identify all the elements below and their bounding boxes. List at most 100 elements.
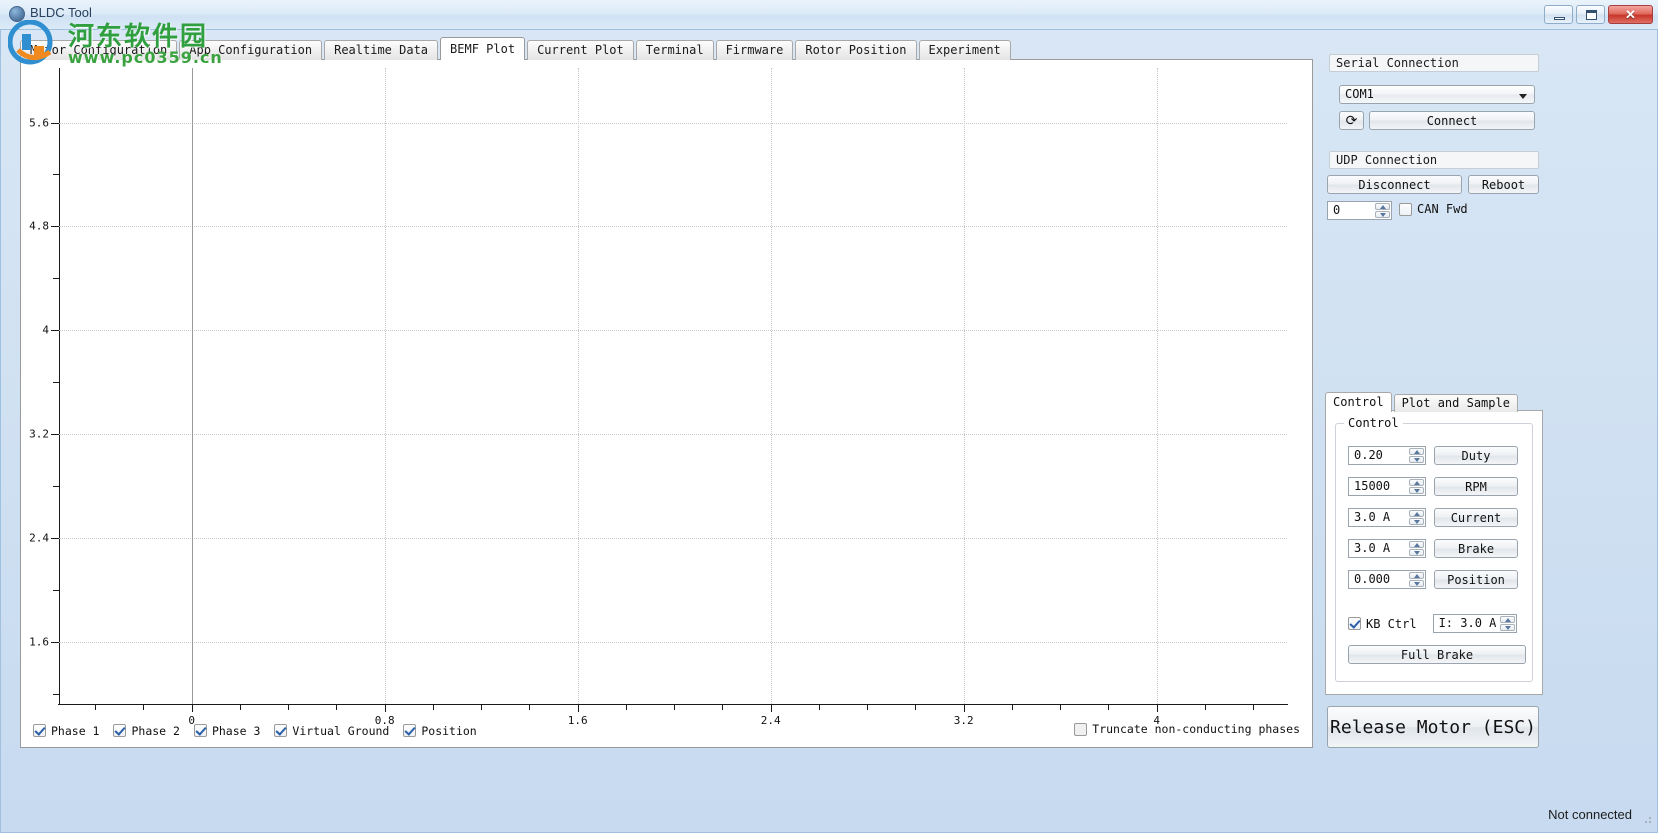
serial-port-value: COM1 (1345, 87, 1374, 101)
serial-connection-header: Serial Connection (1329, 54, 1539, 72)
disconnect-button[interactable]: Disconnect (1327, 175, 1462, 194)
y-axis-tick-label: 5.6 (29, 116, 49, 129)
control-fieldset-legend: Control (1344, 416, 1403, 430)
tab-label: BEMF Plot (450, 42, 516, 56)
spinner-buttons[interactable] (1375, 203, 1390, 218)
app-icon (9, 6, 25, 22)
grid-line-horizontal (59, 330, 1287, 332)
kb-ctrl-checkbox-box (1348, 617, 1361, 630)
y-axis-minor-tick (53, 693, 59, 695)
spinner-down-icon[interactable] (1409, 580, 1424, 587)
window-controls: ✕ (1544, 5, 1653, 24)
x-axis-minor-tick (1060, 704, 1062, 710)
tab-firmware[interactable]: Firmware (715, 40, 794, 60)
bemf-plot-panel: 1.6 2.4 3.2 4 4.8 5.6 0 0.8 1.6 2.4 3.2 4 Phase 1 Ph… (20, 59, 1313, 748)
y-axis-tick (51, 330, 59, 332)
spinner-up-icon[interactable] (1409, 448, 1424, 455)
grid-line-horizontal (59, 434, 1287, 436)
can-id-spinner[interactable]: 0 (1327, 201, 1392, 220)
legend-checkbox-label: Position (421, 723, 477, 738)
plot-canvas[interactable]: 1.6 2.4 3.2 4 4.8 5.6 0 0.8 1.6 2.4 3.2 4 (29, 68, 1288, 727)
spinner-buttons[interactable] (1409, 572, 1424, 587)
tab-rotor-position[interactable]: Rotor Position (795, 40, 917, 60)
spinner-buttons[interactable] (1409, 479, 1424, 494)
duty-spinner[interactable]: 0.20 (1348, 446, 1426, 465)
y-axis-tick-label: 4 (42, 323, 49, 337)
grid-line-vertical (1156, 68, 1158, 704)
tab-label: Current Plot (537, 43, 624, 57)
legend-checkbox-virtual-ground[interactable]: Virtual Ground (274, 724, 389, 738)
x-axis-minor-tick (288, 704, 290, 710)
rpm-button[interactable]: RPM (1434, 477, 1518, 496)
can-fwd-checkbox[interactable]: CAN Fwd (1399, 202, 1468, 216)
spinner-down-icon[interactable] (1409, 456, 1424, 463)
kb-current-spinner[interactable]: I: 3.0 A (1432, 614, 1517, 633)
control-tab-control[interactable]: Control (1325, 392, 1392, 412)
legend-checkbox-phase-1[interactable]: Phase 1 (33, 724, 99, 738)
spinner-up-icon[interactable] (1409, 541, 1424, 548)
reboot-button[interactable]: Reboot (1468, 175, 1539, 194)
position-spinner[interactable]: 0.000 (1348, 570, 1426, 589)
truncate-checkbox[interactable]: Truncate non-conducting phases (1074, 722, 1300, 736)
y-axis-minor-tick (53, 589, 59, 591)
brake-button[interactable]: Brake (1434, 539, 1518, 558)
position-value: 0.000 (1354, 572, 1391, 586)
current-button[interactable]: Current (1434, 508, 1518, 527)
resize-grip[interactable] (1641, 813, 1653, 825)
spinner-down-icon[interactable] (1375, 211, 1390, 218)
spinner-down-icon[interactable] (1499, 624, 1515, 631)
maximize-button[interactable] (1576, 5, 1605, 24)
spinner-buttons[interactable] (1409, 541, 1424, 556)
duty-value: 0.20 (1354, 448, 1383, 462)
x-axis-minor-tick (432, 704, 434, 710)
legend-checkbox-label: Virtual Ground (292, 723, 390, 738)
spinner-up-icon[interactable] (1409, 572, 1424, 579)
tab-terminal[interactable]: Terminal (635, 40, 714, 60)
control-tab-plot-and-sample[interactable]: Plot and Sample (1393, 394, 1518, 412)
control-tab-label: Plot and Sample (1401, 396, 1510, 410)
spinner-up-icon[interactable] (1409, 510, 1424, 517)
x-axis-minor-tick (625, 704, 627, 710)
close-button[interactable]: ✕ (1608, 5, 1653, 24)
full-brake-button[interactable]: Full Brake (1348, 645, 1526, 664)
kb-ctrl-checkbox[interactable]: KB Ctrl (1348, 617, 1417, 631)
current-spinner[interactable]: 3.0 A (1348, 508, 1426, 527)
udp-connection-header: UDP Connection (1329, 151, 1539, 169)
tab-label: Experiment (928, 43, 1001, 57)
spinner-down-icon[interactable] (1409, 518, 1424, 525)
tab-experiment[interactable]: Experiment (918, 40, 1011, 60)
spinner-up-icon[interactable] (1409, 479, 1424, 486)
refresh-ports-button[interactable]: ⟳ (1339, 111, 1364, 130)
truncate-checkbox-box (1074, 722, 1088, 736)
tab-current-plot[interactable]: Current Plot (527, 40, 634, 60)
grid-line-horizontal (59, 537, 1287, 539)
tab-label: Motor Configuration (30, 43, 168, 57)
spinner-up-icon[interactable] (1499, 616, 1515, 623)
spinner-up-icon[interactable] (1375, 203, 1390, 210)
serial-port-select[interactable]: COM1 (1339, 85, 1535, 104)
legend-checkbox-position[interactable]: Position (403, 723, 477, 738)
y-axis-tick (51, 122, 59, 124)
duty-button[interactable]: Duty (1434, 446, 1518, 465)
position-button[interactable]: Position (1434, 570, 1518, 589)
minimize-button[interactable] (1544, 5, 1573, 24)
rpm-value: 15000 (1354, 479, 1391, 493)
grid-line-horizontal (59, 122, 1287, 124)
truncate-checkbox-label: Truncate non-conducting phases (1092, 722, 1300, 736)
legend-checkbox-phase-2[interactable]: Phase 2 (113, 724, 180, 738)
tab-realtime-data[interactable]: Realtime Data (324, 40, 439, 60)
tab-motor-configuration[interactable]: Motor Configuration (20, 40, 178, 60)
brake-spinner[interactable]: 3.0 A (1348, 539, 1426, 558)
release-motor-button[interactable]: Release Motor (ESC) (1327, 706, 1539, 748)
tab-app-configuration[interactable]: App Configuration (179, 40, 323, 60)
spinner-buttons[interactable] (1409, 448, 1424, 463)
connect-button[interactable]: Connect (1369, 111, 1535, 130)
spinner-down-icon[interactable] (1409, 487, 1424, 494)
spinner-buttons[interactable] (1499, 616, 1515, 631)
spinner-down-icon[interactable] (1409, 549, 1424, 556)
legend-checkbox-box (274, 724, 288, 737)
rpm-spinner[interactable]: 15000 (1348, 477, 1426, 496)
spinner-buttons[interactable] (1409, 510, 1424, 525)
legend-checkbox-phase-3[interactable]: Phase 3 (193, 724, 260, 738)
tab-bemf-plot[interactable]: BEMF Plot (440, 37, 526, 60)
